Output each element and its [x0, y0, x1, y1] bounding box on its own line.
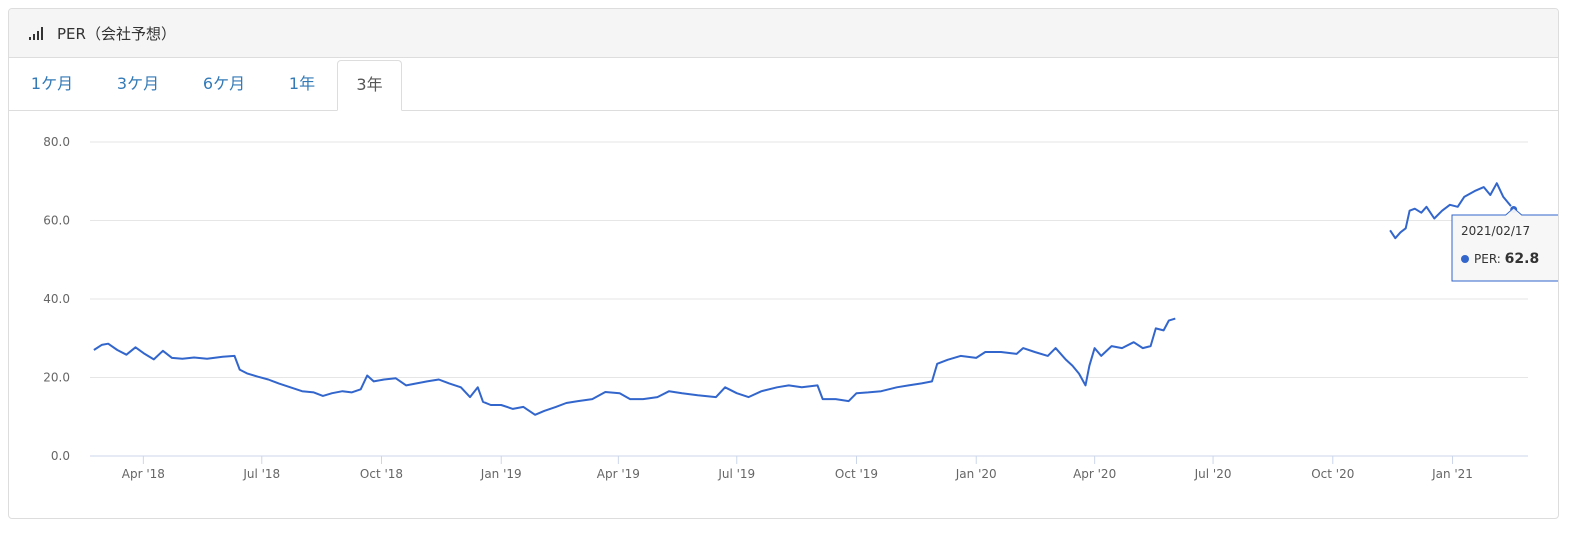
tab-3-months[interactable]: 3ケ月 [95, 60, 181, 111]
tooltip: 2021/02/17 PER: 62.8 [1451, 205, 1558, 282]
x-tick-label: Jul '19 [717, 467, 755, 481]
per-line-chart: 0.0 20.0 40.0 60.0 80.0 Apr '18 Jul '18 Oct '1… [43, 135, 1558, 481]
tab-3-years[interactable]: 3年 [337, 60, 402, 111]
x-tick-label: Jul '18 [242, 467, 280, 481]
y-axis-ticks: 0.0 20.0 40.0 60.0 80.0 [43, 135, 70, 463]
x-tick-label: Apr '18 [122, 467, 165, 481]
grid-lines [90, 141, 1528, 457]
tooltip-value: PER: 62.8 [1474, 251, 1539, 267]
tooltip-series-value: 62.8 [1505, 251, 1540, 267]
tooltip-series-name: PER: [1474, 252, 1505, 266]
y-tick-label: 40.0 [43, 292, 70, 306]
x-tick-label: Oct '19 [835, 467, 878, 481]
x-tick-label: Jan '20 [955, 467, 997, 481]
tooltip-box [1451, 207, 1558, 282]
x-tick-label: Apr '20 [1073, 467, 1116, 481]
x-tick-label: Apr '19 [597, 467, 640, 481]
tooltip-date: 2021/02/17 [1461, 224, 1530, 238]
tab-1-month[interactable]: 1ケ月 [9, 60, 95, 111]
x-tick-label: Oct '20 [1311, 467, 1354, 481]
per-panel: PER（会社予想） 1ケ月 3ケ月 6ケ月 1年 3年 0.0 20.0 40.0 6… [8, 8, 1559, 519]
y-tick-label: 80.0 [43, 135, 70, 149]
panel-title: PER（会社予想） [57, 24, 176, 43]
signal-bars-icon [29, 26, 45, 40]
y-tick-label: 20.0 [43, 371, 70, 385]
x-axis-ticks: Apr '18 Jul '18 Oct '18 Jan '19 Apr '19 Jul '… [122, 456, 1473, 481]
series-line [93, 317, 1176, 416]
tab-6-months[interactable]: 6ケ月 [181, 60, 267, 111]
y-tick-label: 0.0 [51, 449, 70, 463]
x-tick-label: Jan '19 [480, 467, 522, 481]
x-tick-label: Jul '20 [1194, 467, 1232, 481]
tab-1-year[interactable]: 1年 [267, 60, 337, 111]
y-tick-label: 60.0 [43, 214, 70, 228]
x-tick-label: Jan '21 [1431, 467, 1473, 481]
tooltip-series-dot [1461, 255, 1469, 263]
period-tabs: 1ケ月 3ケ月 6ケ月 1年 3年 [9, 58, 1558, 111]
x-tick-label: Oct '18 [360, 467, 403, 481]
panel-header: PER（会社予想） [9, 9, 1558, 58]
